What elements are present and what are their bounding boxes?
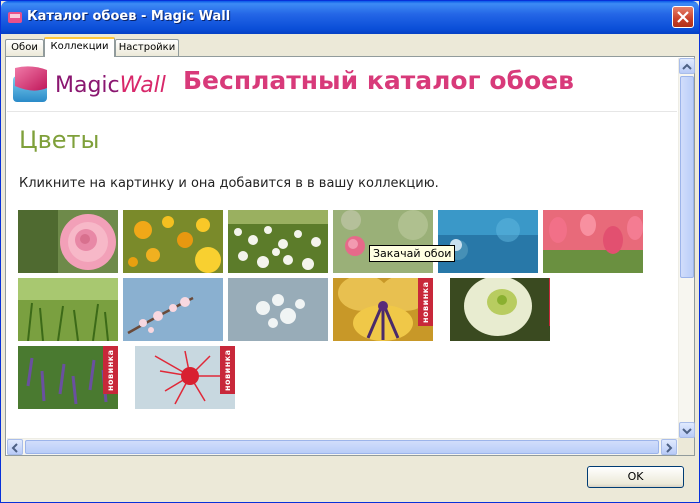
ok-button[interactable]: OK: [587, 466, 684, 488]
new-badge: новинка: [220, 346, 235, 394]
title-bar[interactable]: Каталог обоев - Magic Wall: [1, 1, 699, 34]
logo-magic: Magic: [55, 73, 120, 98]
download-tooltip: Закачай обои: [369, 245, 456, 262]
thumbnail-yellow-pansy[interactable]: новинка: [333, 278, 433, 341]
white-blossoms-image: [228, 278, 328, 341]
scrollbar-corner: [678, 438, 694, 455]
close-button[interactable]: [672, 6, 694, 28]
header-divider: [7, 111, 677, 112]
thumbnail-pink-rose[interactable]: [18, 210, 118, 273]
thumbnail-blue-flower[interactable]: [438, 210, 538, 273]
scroll-down-button[interactable]: [679, 422, 695, 438]
chevron-right-icon: [666, 443, 673, 453]
tab-settings[interactable]: Настройки: [115, 39, 179, 56]
blue-flower-image: [438, 210, 538, 273]
section-subtitle: Кликните на картинку и она добавится в в…: [19, 176, 439, 191]
vertical-scrollbar[interactable]: [678, 58, 695, 438]
content-panel: MagicWall Бесплатный каталог обоев Цветы…: [5, 56, 695, 456]
thumbnail-blossom-branch[interactable]: [123, 278, 223, 341]
thumbnail-lavender[interactable]: новинка: [18, 346, 118, 409]
thumbnail-pink-tulips[interactable]: [543, 210, 643, 273]
yellow-poppies-image: [123, 210, 223, 273]
chevron-left-icon: [11, 443, 18, 453]
thumbnail-white-daisies[interactable]: [228, 210, 328, 273]
tab-wallpapers[interactable]: Обои: [5, 39, 44, 56]
magicwall-logo-icon: [13, 66, 47, 102]
horizontal-scrollbar[interactable]: [7, 438, 678, 455]
scroll-up-button[interactable]: [679, 58, 695, 74]
chevron-down-icon: [682, 428, 692, 435]
logo-wordmark: MagicWall: [55, 73, 166, 98]
pink-flower-bokeh-image: [333, 210, 433, 273]
thumbnail-white-flower[interactable]: новинка: [450, 278, 550, 341]
chevron-up-icon: [682, 63, 692, 70]
blossom-branch-image: [123, 278, 223, 341]
scroll-right-button[interactable]: [661, 439, 677, 455]
catalog-heading: Бесплатный каталог обоев: [183, 66, 574, 95]
scroll-left-button[interactable]: [7, 439, 23, 455]
new-badge: новинка: [418, 278, 433, 326]
thumbnail-green-grass[interactable]: [18, 278, 118, 341]
close-icon: [677, 11, 689, 23]
section-title: Цветы: [19, 126, 100, 154]
new-badge: новинка: [103, 346, 118, 394]
horizontal-scroll-thumb[interactable]: [25, 440, 659, 454]
pink-tulips-image: [543, 210, 643, 273]
thumbnail-yellow-poppies[interactable]: [123, 210, 223, 273]
thumbnail-white-blossoms[interactable]: [228, 278, 328, 341]
tab-collections[interactable]: Коллекции: [44, 37, 115, 57]
catalog-content: MagicWall Бесплатный каталог обоев Цветы…: [7, 58, 677, 438]
green-grass-image: [18, 278, 118, 341]
vertical-scroll-thumb[interactable]: [680, 76, 694, 278]
pink-rose-image: [18, 210, 118, 273]
magicwall-logo: MagicWall: [11, 64, 175, 104]
white-daisies-image: [228, 210, 328, 273]
new-badge: новинка: [549, 278, 550, 326]
magicwall-app-icon: [8, 12, 22, 23]
thumbnail-pink-flower-bokeh[interactable]: [333, 210, 433, 273]
logo-wall: Wall: [119, 73, 166, 98]
thumbnail-red-bottlebrush[interactable]: новинка: [135, 346, 235, 409]
app-window: Каталог обоев - Magic Wall Обои Коллекци…: [0, 0, 700, 503]
white-flower-image: [450, 278, 550, 341]
window-title: Каталог обоев - Magic Wall: [27, 9, 231, 24]
